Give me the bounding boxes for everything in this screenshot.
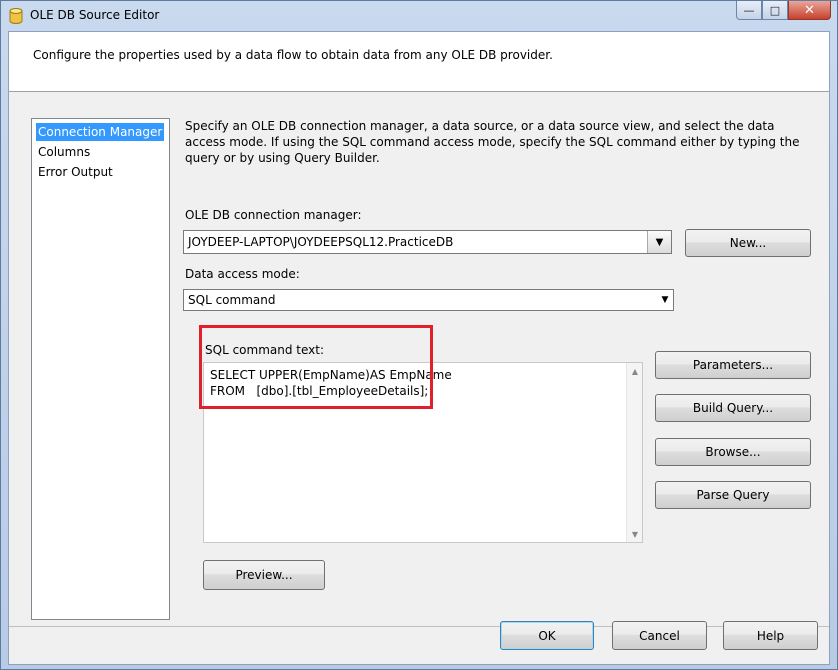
- connection-manager-label: OLE DB connection manager:: [185, 208, 362, 222]
- page-navigation-list[interactable]: Connection Manager Columns Error Output: [31, 118, 170, 620]
- minimize-icon: —: [743, 3, 755, 17]
- database-cylinder-icon: [9, 8, 23, 24]
- help-button[interactable]: Help: [723, 621, 818, 650]
- maximize-icon: □: [769, 3, 781, 17]
- minimize-button[interactable]: —: [736, 1, 762, 20]
- highlight-annotation-box: [199, 325, 433, 409]
- data-access-mode-label: Data access mode:: [185, 267, 300, 281]
- dialog-client-area: Configure the properties used by a data …: [8, 31, 830, 665]
- connection-manager-value: JOYDEEP-LAPTOP\JOYDEEPSQL12.PracticeDB: [188, 235, 454, 249]
- header-band: Configure the properties used by a data …: [9, 32, 829, 92]
- browse-button[interactable]: Browse...: [655, 438, 811, 466]
- connection-manager-combo[interactable]: JOYDEEP-LAPTOP\JOYDEEPSQL12.PracticeDB ▼: [183, 230, 672, 254]
- title-bar[interactable]: OLE DB Source Editor — □ ✕: [1, 1, 837, 31]
- parameters-button[interactable]: Parameters...: [655, 351, 811, 379]
- chevron-down-icon[interactable]: ▼: [657, 290, 673, 310]
- nav-item-error-output[interactable]: Error Output: [36, 163, 115, 181]
- close-icon: ✕: [804, 2, 815, 18]
- ole-db-source-editor-window: OLE DB Source Editor — □ ✕ Configure the…: [0, 0, 838, 670]
- nav-item-columns[interactable]: Columns: [36, 143, 92, 161]
- scroll-up-icon[interactable]: ▲: [627, 363, 643, 379]
- window-title: OLE DB Source Editor: [30, 8, 160, 22]
- caption-buttons: — □ ✕: [736, 1, 831, 21]
- header-description: Configure the properties used by a data …: [33, 48, 553, 62]
- new-connection-button[interactable]: New...: [685, 229, 811, 257]
- chevron-down-icon[interactable]: ▼: [647, 231, 671, 253]
- ok-button[interactable]: OK: [500, 621, 594, 650]
- parse-query-button[interactable]: Parse Query: [655, 481, 811, 509]
- sql-vertical-scrollbar[interactable]: ▲ ▼: [626, 363, 642, 542]
- maximize-button[interactable]: □: [762, 1, 788, 20]
- nav-item-connection-manager[interactable]: Connection Manager: [36, 123, 165, 141]
- preview-button[interactable]: Preview...: [203, 560, 325, 590]
- scroll-down-icon[interactable]: ▼: [627, 526, 643, 542]
- data-access-mode-combo[interactable]: SQL command ▼: [183, 289, 674, 311]
- close-button[interactable]: ✕: [788, 1, 831, 20]
- cancel-button[interactable]: Cancel: [612, 621, 707, 650]
- data-access-mode-value: SQL command: [188, 293, 276, 307]
- build-query-button[interactable]: Build Query...: [655, 394, 811, 422]
- instructions-text: Specify an OLE DB connection manager, a …: [185, 119, 800, 165]
